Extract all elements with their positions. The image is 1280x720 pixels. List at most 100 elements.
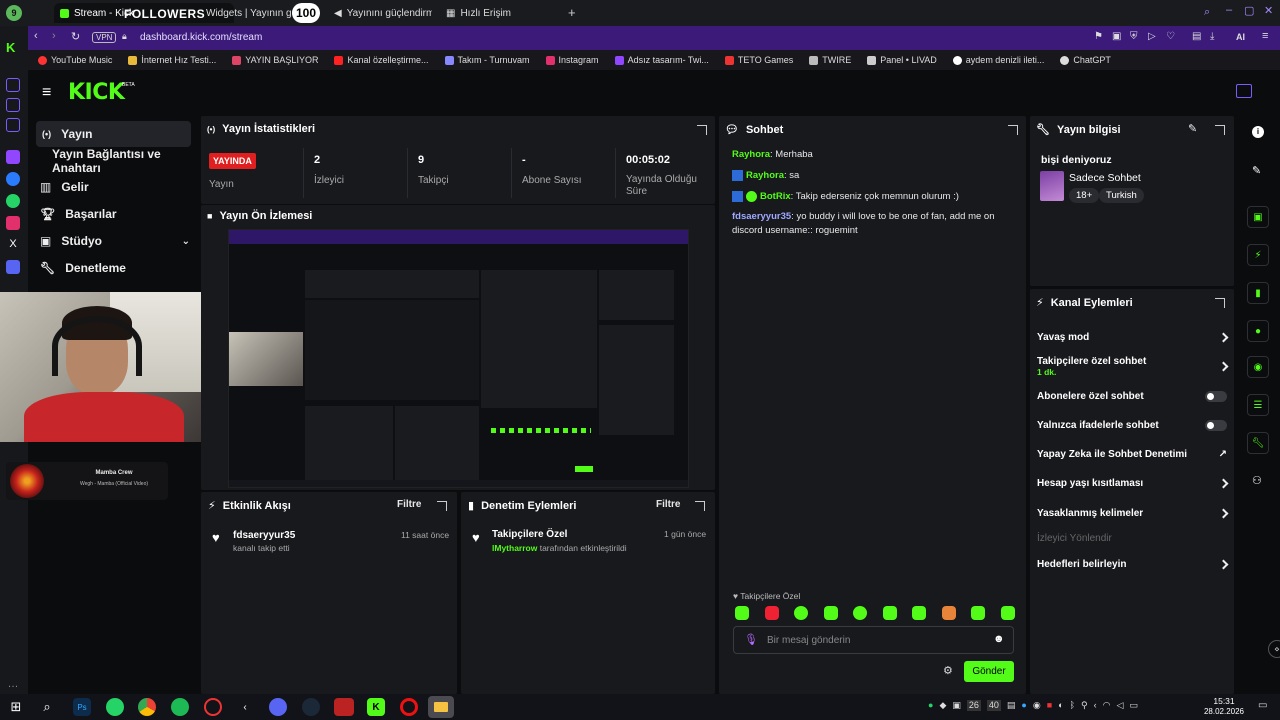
bookmark-twire[interactable]: TWIRE bbox=[801, 55, 859, 65]
rail-list-icon[interactable]: ☰ bbox=[1247, 394, 1269, 416]
sidebar-messenger-icon[interactable] bbox=[6, 172, 20, 186]
action-set-goals[interactable]: Hedefleri belirleyin bbox=[1037, 557, 1229, 571]
menu-icon[interactable]: ≡ bbox=[1262, 30, 1268, 42]
nav-studyo[interactable]: ▣ Stüdyo ⌄ bbox=[40, 229, 190, 253]
bookmark-instagram[interactable]: Instagram bbox=[538, 55, 607, 65]
close-button[interactable]: ✕ bbox=[1264, 4, 1273, 17]
expand-icon[interactable] bbox=[1008, 125, 1018, 135]
action-account-age[interactable]: Hesap yaşı kısıtlaması bbox=[1037, 476, 1229, 490]
subs-only-toggle[interactable] bbox=[1205, 390, 1227, 402]
emote-icon[interactable] bbox=[794, 606, 809, 620]
kick-logo[interactable]: KICK bbox=[68, 80, 125, 105]
back-button[interactable]: ‹ bbox=[34, 30, 38, 42]
rail-broadcast-icon[interactable]: ◉ bbox=[1247, 356, 1269, 378]
taskbar-time[interactable]: 15:31 bbox=[1212, 696, 1236, 706]
tray-record-icon[interactable]: ■ bbox=[1047, 700, 1052, 711]
shield-icon[interactable]: ⛨ bbox=[1130, 31, 1138, 42]
camera-icon[interactable]: ▣ bbox=[1112, 31, 1121, 42]
windows-start-icon[interactable]: ⊞ bbox=[7, 698, 25, 716]
bookmark-adsiz-tasarim[interactable]: Adsız tasarım- Twi... bbox=[607, 55, 717, 65]
action-ai-moderation[interactable]: Yapay Zeka ile Sohbet Denetimi ↗ bbox=[1037, 447, 1227, 461]
tab-hizli-erisim[interactable]: ▦ Hızlı Erişim bbox=[440, 3, 550, 23]
rail-preview-icon[interactable]: ▣ bbox=[1247, 206, 1269, 228]
chat-username[interactable]: BotRix bbox=[760, 191, 791, 202]
emote-icon[interactable] bbox=[912, 606, 927, 620]
expand-icon[interactable] bbox=[437, 501, 447, 511]
taskbar-photoshop-icon[interactable]: Ps bbox=[73, 698, 91, 716]
taskbar-discord-icon[interactable] bbox=[269, 698, 287, 716]
microphone-icon[interactable]: 🎙︎ bbox=[744, 633, 758, 646]
new-tab-button[interactable]: + bbox=[568, 5, 576, 20]
taskbar-steam-icon[interactable] bbox=[302, 698, 320, 716]
tray-battery-icon[interactable]: ▭ bbox=[1129, 700, 1138, 711]
minimize-button[interactable]: – bbox=[1226, 4, 1232, 16]
sidebar-whatsapp-icon[interactable] bbox=[6, 194, 20, 208]
sidebar-discord-icon[interactable] bbox=[6, 260, 20, 274]
emote-icon[interactable] bbox=[735, 606, 749, 620]
vpn-badge[interactable]: VPN bbox=[92, 32, 117, 43]
emote-icon[interactable] bbox=[1000, 606, 1015, 620]
sidebar-twitch-icon[interactable] bbox=[6, 150, 20, 164]
nav-yayin-baglantisi[interactable]: Yayın Bağlantısı ve Anahtarı bbox=[52, 147, 198, 175]
emotes-only-toggle[interactable] bbox=[1205, 419, 1227, 431]
nav-yayin[interactable]: (•) Yayın bbox=[42, 122, 93, 146]
nav-gelir[interactable]: ▥ Gelir bbox=[40, 175, 89, 199]
taskbar-explorer-icon[interactable] bbox=[428, 696, 454, 718]
layout-icon[interactable] bbox=[1236, 84, 1252, 98]
sidebar-home-icon[interactable] bbox=[6, 78, 20, 92]
tray-app-icon[interactable]: ● bbox=[1021, 700, 1026, 711]
rail-wrench-icon[interactable]: 🔧︎ bbox=[1247, 432, 1269, 454]
sidebar-mail-icon[interactable] bbox=[6, 98, 20, 112]
tray-bluetooth-icon[interactable]: ᛒ bbox=[1070, 700, 1075, 711]
info-circle-icon[interactable]: i bbox=[1252, 126, 1264, 138]
tray-app-icon[interactable]: ▤ bbox=[1007, 700, 1016, 711]
moderation-user[interactable]: lMytharrow bbox=[492, 543, 537, 553]
tray-whatsapp-icon[interactable]: ● bbox=[928, 700, 933, 711]
action-slow-mode[interactable]: Yavaş mod bbox=[1037, 330, 1229, 344]
expand-icon[interactable] bbox=[1215, 298, 1225, 308]
chat-username[interactable]: Rayhora bbox=[746, 170, 784, 181]
sidebar-x-icon[interactable]: X bbox=[6, 238, 20, 252]
action-banned-words[interactable]: Yasaklanmış kelimeler bbox=[1037, 506, 1229, 520]
expand-icon[interactable] bbox=[697, 125, 707, 135]
taskbar-capcut-icon[interactable]: ‹ bbox=[236, 698, 254, 716]
tray-game-icon[interactable]: ◆ bbox=[939, 700, 946, 711]
chat-username[interactable]: fdsaeryyur35 bbox=[732, 211, 791, 222]
reload-icon[interactable]: ↻ bbox=[71, 30, 80, 43]
rail-clipboard-icon[interactable]: ▮ bbox=[1247, 282, 1269, 304]
rail-chat-icon[interactable]: ● bbox=[1247, 320, 1269, 342]
edit-pencil-icon[interactable]: ✎ bbox=[1188, 122, 1197, 135]
rail-lightning-icon[interactable]: ⚡︎ bbox=[1247, 244, 1269, 266]
edit-icon[interactable]: ✎ bbox=[1252, 164, 1261, 177]
chat-settings-icon[interactable]: ⚙ bbox=[943, 664, 953, 677]
maximize-button[interactable]: ▢ bbox=[1244, 4, 1254, 17]
taskbar-search-icon[interactable]: ⌕ bbox=[38, 698, 56, 716]
emote-icon[interactable] bbox=[853, 606, 868, 620]
send-button[interactable]: Gönder bbox=[964, 661, 1014, 682]
chat-input-box[interactable]: 🎙︎ Bir mesaj gönderin ☻ bbox=[733, 626, 1014, 654]
bookmark-icon[interactable]: ⚑ bbox=[1094, 31, 1103, 42]
bookmark-hiz-testi[interactable]: İnternet Hız Testi... bbox=[120, 55, 224, 65]
tray-temp-icon[interactable]: 26 bbox=[966, 700, 981, 711]
tab-yayinini-guclendir[interactable]: ◀Yayınını güçlendirmek bbox=[328, 3, 432, 23]
tray-cpu-icon[interactable]: 40 bbox=[986, 700, 1001, 711]
emote-icon[interactable] bbox=[941, 606, 956, 620]
notification-icon[interactable]: ▭ bbox=[1258, 700, 1267, 711]
taskbar-game-icon[interactable] bbox=[334, 698, 354, 716]
chat-username[interactable]: Rayhora bbox=[732, 149, 770, 160]
taskbar-chrome-icon[interactable] bbox=[138, 698, 156, 716]
action-followers-only[interactable]: Takipçilere özel sohbet 1 dk. bbox=[1037, 355, 1229, 377]
ai-button[interactable]: AI bbox=[1236, 32, 1245, 42]
action-subs-only[interactable]: Abonelere özel sohbet bbox=[1037, 389, 1227, 403]
sidebar-gx-icon[interactable] bbox=[6, 118, 20, 132]
rail-users-icon[interactable]: ⚇ bbox=[1252, 474, 1262, 487]
emote-icon[interactable] bbox=[823, 606, 838, 620]
taskbar-kick-icon[interactable]: K bbox=[367, 698, 385, 716]
category-name[interactable]: Sadece Sohbet bbox=[1069, 172, 1141, 184]
taskbar-whatsapp-icon[interactable] bbox=[106, 698, 124, 716]
expand-icon[interactable] bbox=[1215, 125, 1225, 135]
nav-denetleme[interactable]: 🔧︎ Denetleme bbox=[40, 256, 126, 280]
action-emotes-only[interactable]: Yalnızca ifadelerle sohbet bbox=[1037, 418, 1227, 432]
emote-icon[interactable] bbox=[764, 606, 779, 620]
bookmark-takim-turnuvam[interactable]: Takım - Turnuvam bbox=[437, 55, 538, 65]
